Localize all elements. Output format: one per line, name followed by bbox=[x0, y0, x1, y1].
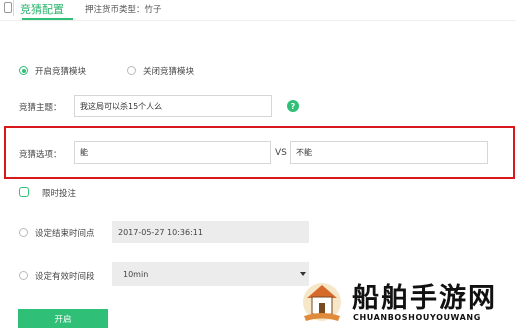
options-label: 竞猜选项： bbox=[19, 150, 62, 160]
currency-type-info: 押注货币类型：竹子 bbox=[85, 5, 162, 15]
option-b-input[interactable]: 不能 bbox=[290, 141, 488, 164]
topic-label: 竞猜主题： bbox=[19, 103, 62, 113]
end-time-label: 设定结束时间点 bbox=[35, 229, 95, 239]
watermark-title: 船舶手游网 bbox=[352, 283, 497, 314]
header-divider bbox=[0, 20, 516, 21]
watermark-subtitle: CHUANBOSHOUYOUWANG bbox=[353, 313, 481, 322]
duration-label: 设定有效时间段 bbox=[35, 272, 95, 282]
start-button[interactable]: 开启 bbox=[18, 309, 108, 328]
watermark-logo-icon bbox=[303, 283, 341, 321]
vs-label: VS bbox=[275, 148, 287, 158]
enable-quiz-radio[interactable] bbox=[19, 66, 28, 75]
duration-select[interactable]: 10min bbox=[112, 262, 309, 286]
end-time-radio[interactable] bbox=[19, 228, 28, 237]
enable-quiz-label: 开启竞猜模块 bbox=[35, 67, 87, 77]
disable-quiz-radio[interactable] bbox=[127, 66, 136, 75]
back-icon[interactable] bbox=[0, 0, 14, 16]
disable-quiz-label: 关闭竞猜模块 bbox=[143, 67, 195, 77]
end-time-input[interactable]: 2017-05-27 10:36:11 bbox=[112, 221, 309, 243]
topic-input[interactable]: 我这局可以杀15个人么 bbox=[74, 95, 272, 117]
time-limit-checkbox[interactable] bbox=[19, 187, 29, 197]
duration-select-value: 10min bbox=[123, 269, 149, 279]
time-limit-label: 限时投注 bbox=[42, 189, 77, 199]
duration-radio[interactable] bbox=[19, 271, 28, 280]
help-icon[interactable]: ? bbox=[287, 100, 299, 112]
option-a-input[interactable]: 能 bbox=[74, 141, 271, 164]
tab-quiz-config[interactable]: 竞猜配置 bbox=[20, 1, 64, 17]
